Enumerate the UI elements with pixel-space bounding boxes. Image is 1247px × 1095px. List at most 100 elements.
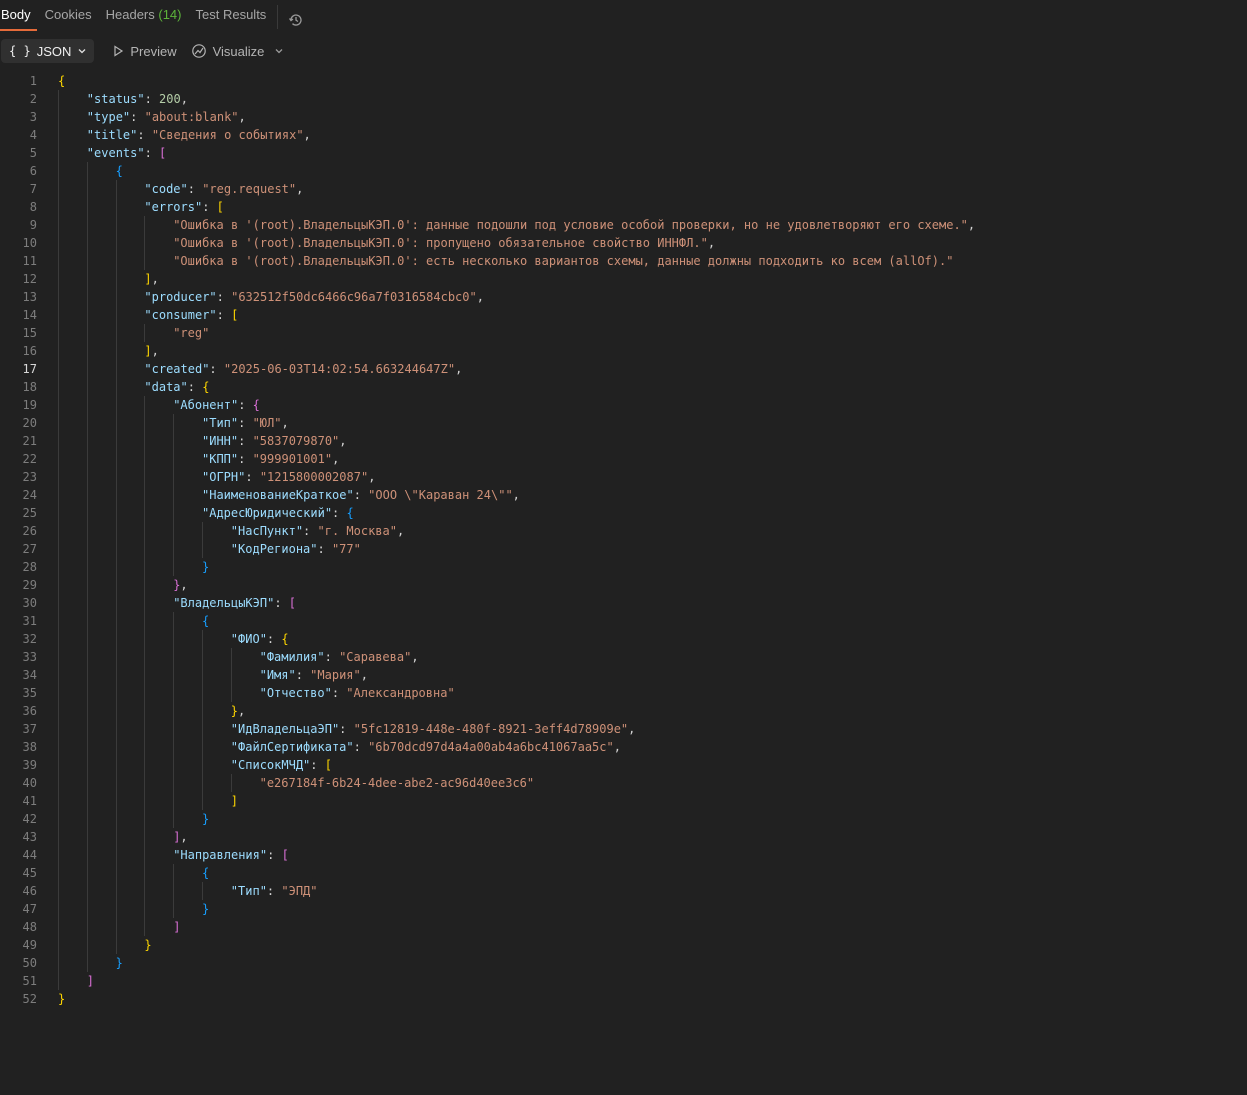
indent-guide <box>86 720 88 738</box>
visualize-button[interactable]: Visualize <box>191 43 264 59</box>
indent-guide <box>173 900 175 918</box>
code-token: "errors" <box>144 200 203 214</box>
indent-guide <box>115 918 117 936</box>
code-line: 51] <box>0 972 1247 990</box>
line-number: 10 <box>22 236 37 250</box>
visualize-menu-chevron-icon[interactable] <box>274 46 284 56</box>
line-number: 46 <box>22 884 37 898</box>
code-content: "ИдВладельцаЭП": "5fc12819-448e-480f-892… <box>231 720 636 738</box>
indent-guide <box>115 648 117 666</box>
code-token: ] <box>230 794 239 808</box>
response-tabs: Body Cookies Headers (14) Test Results <box>0 0 1247 31</box>
format-dropdown[interactable]: { } JSON <box>1 39 95 63</box>
code-token: { <box>202 866 210 880</box>
code-token: "77" <box>331 542 361 556</box>
indent-guide <box>144 522 146 540</box>
code-token: : <box>353 488 369 502</box>
indent-guide <box>115 216 117 234</box>
indent-guide <box>115 630 117 648</box>
tab-test-results-label: Test Results <box>195 7 267 22</box>
code-line: 21 "ИНН": "5837079870", <box>0 432 1247 450</box>
indent-guide <box>58 900 59 918</box>
code-token: { <box>281 632 289 646</box>
code-token: : <box>238 434 253 448</box>
code-token: , <box>332 452 340 466</box>
indent-guide <box>58 954 59 972</box>
indent-guide <box>86 936 88 954</box>
code-content: "Тип": "ЮЛ", <box>202 414 289 432</box>
code-token: : <box>331 686 347 700</box>
indent-guide <box>144 720 146 738</box>
indent-guide <box>173 648 175 666</box>
code-token: "ООО \"Караван 24\"" <box>368 488 513 502</box>
visualize-icon <box>191 44 206 58</box>
indent-guide <box>115 792 117 810</box>
indent-guide <box>144 252 146 270</box>
preview-label: Preview <box>130 43 177 59</box>
indent-guide <box>202 684 203 702</box>
code-token: , <box>360 668 368 682</box>
code-token: , <box>628 722 636 736</box>
code-token: , <box>512 488 520 502</box>
code-line: 28} <box>0 558 1247 576</box>
code-token: "Саравева" <box>339 650 412 664</box>
indent-guide <box>115 234 117 252</box>
code-line: 24 "НаименованиеКраткое": "ООО \"Караван … <box>0 486 1247 504</box>
code-line: 17 "created": "2025-06-03T14:02:54.663244… <box>0 360 1247 378</box>
history-icon[interactable] <box>277 5 310 29</box>
indent-guide <box>58 468 59 486</box>
indent-guide <box>202 540 203 558</box>
line-number: 30 <box>22 596 37 610</box>
indent-guide <box>58 558 59 576</box>
code-token: : <box>187 380 203 394</box>
code-token: "ВладельцыКЭП" <box>173 596 275 610</box>
line-number: 51 <box>22 974 37 988</box>
line-number: 11 <box>22 254 37 268</box>
line-number: 6 <box>29 164 37 178</box>
tab-headers[interactable]: Headers (14) <box>99 0 189 22</box>
indent-guide <box>144 216 146 234</box>
indent-guide <box>58 504 59 522</box>
line-number: 49 <box>22 938 37 952</box>
line-number: 24 <box>22 488 37 502</box>
line-number: 17 <box>22 362 37 376</box>
code-content: } <box>202 810 209 828</box>
indent-guide <box>115 774 117 792</box>
indent-guide <box>115 180 117 198</box>
tab-body[interactable]: Body <box>0 0 38 31</box>
indent-guide <box>173 702 175 720</box>
preview-button[interactable]: Preview <box>112 43 177 59</box>
code-content: "Абонент": { <box>173 396 260 414</box>
code-line: 38 "ФайлСертификата": "6b70dcd97d4a4a00ab… <box>0 738 1247 756</box>
indent-guide <box>58 540 59 558</box>
indent-guide <box>230 774 232 792</box>
response-body-editor[interactable]: 1{2 "status": 200, 3 "type": "about:blank",… <box>0 72 1247 1008</box>
code-token: "СписокМЧД" <box>230 758 311 772</box>
code-token: : <box>238 416 253 430</box>
code-line: 46 "Тип": "ЭПД" <box>0 882 1247 900</box>
indent-guide <box>202 792 203 810</box>
code-token: : <box>274 596 289 610</box>
indent-guide <box>115 738 117 756</box>
tab-cookies[interactable]: Cookies <box>38 0 99 22</box>
code-token: : <box>144 146 160 160</box>
code-token: , <box>411 650 419 664</box>
indent-guide <box>144 450 146 468</box>
code-content: { <box>116 162 123 180</box>
tab-test-results[interactable]: Test Results <box>189 0 274 22</box>
code-line: 13 "producer": "632512f50dc6466c96a7f0316… <box>0 288 1247 306</box>
indent-guide <box>173 522 175 540</box>
code-content: "Ошибка в '(root).ВладельцыКЭП.0': данны… <box>173 216 975 234</box>
code-token: } <box>58 992 66 1006</box>
indent-guide <box>86 756 88 774</box>
indent-guide <box>202 756 203 774</box>
code-content: "ВладельцыКЭП": [ <box>173 594 296 612</box>
code-token: "КодРегиона" <box>230 542 318 556</box>
indent-guide <box>86 882 88 900</box>
indent-guide <box>58 576 59 594</box>
indent-guide <box>86 846 88 864</box>
code-token: "КПП" <box>202 452 239 466</box>
line-number: 27 <box>22 542 37 556</box>
indent-guide <box>230 648 232 666</box>
indent-guide <box>144 468 146 486</box>
